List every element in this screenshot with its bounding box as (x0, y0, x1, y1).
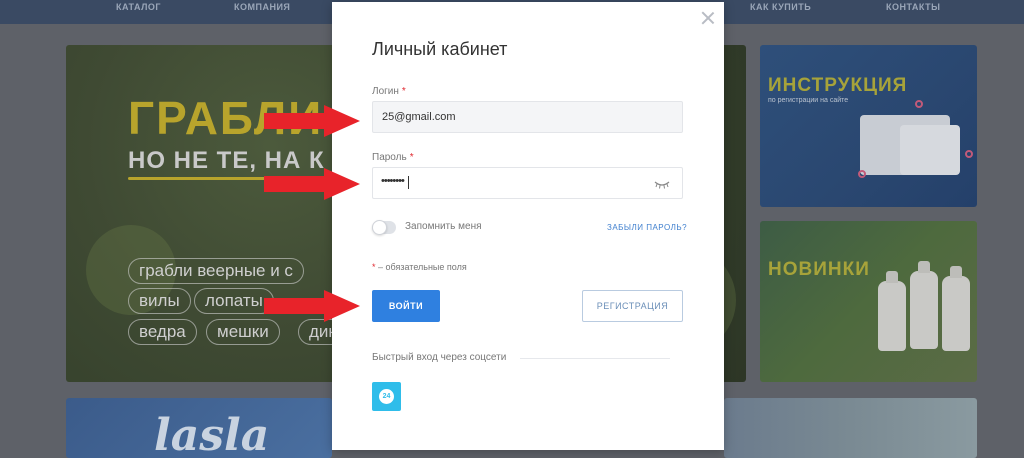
bitrix24-login-button[interactable]: 24 (372, 382, 401, 411)
text-caret (408, 176, 409, 189)
bottle-image (942, 266, 970, 351)
password-label: Пароль * (372, 152, 414, 163)
bottle-image (910, 261, 938, 349)
register-button[interactable]: РЕГИСТРАЦИЯ (582, 290, 683, 322)
banner-tag: грабли веерные и с (128, 258, 304, 284)
instruction-banner-title: ИНСТРУКЦИЯ (768, 75, 908, 96)
instruction-banner-subtitle: по регистрации на сайте (768, 97, 849, 104)
eye-closed-icon[interactable] (654, 179, 670, 189)
lasla-logo: lasla (154, 410, 270, 458)
login-label: Логин * (372, 86, 406, 97)
modal-title: Личный кабинет (372, 39, 508, 59)
toggle-knob (372, 220, 387, 235)
instruction-banner[interactable]: ИНСТРУКЦИЯ по регистрации на сайте (760, 45, 977, 207)
banner-tag: ведра (128, 319, 197, 345)
arrow-to-login-icon (264, 105, 360, 137)
bottom-banner-lasla[interactable]: lasla (66, 398, 332, 458)
new-products-banner-title: НОВИНКИ (768, 259, 870, 280)
login-modal: Личный кабинет Логин* Пароль* •••••••• З… (332, 2, 724, 450)
password-input[interactable] (372, 167, 683, 199)
close-icon[interactable] (700, 10, 716, 26)
remember-me-label[interactable]: Запомнить меня (405, 221, 482, 232)
forgot-password-link[interactable]: ЗАБЫЛИ ПАРОЛЬ? (607, 223, 687, 232)
social-login-label: Быстрый вход через соцсети (372, 352, 507, 363)
arrow-to-login-button-icon (264, 290, 360, 322)
required-mark: * (409, 152, 414, 163)
bottom-banner-2[interactable] (724, 398, 977, 458)
password-masked-value: •••••••• (381, 175, 405, 187)
divider (520, 358, 670, 359)
login-button[interactable]: ВОЙТИ (372, 290, 440, 322)
required-fields-note: * – обязательные поля (372, 262, 467, 272)
new-products-banner[interactable]: НОВИНКИ (760, 221, 977, 382)
nav-item-company[interactable]: КОМПАНИЯ (234, 2, 290, 12)
arrow-to-password-icon (264, 168, 360, 200)
bottle-image (878, 271, 906, 351)
required-mark: * (401, 86, 406, 97)
nav-item-catalog[interactable]: КАТАЛОГ (116, 2, 161, 12)
login-input[interactable] (372, 101, 683, 133)
banner-tag: вилы (128, 288, 191, 314)
remember-me-toggle[interactable] (372, 220, 396, 235)
card-illustration (900, 125, 960, 175)
nav-item-how-to-buy[interactable]: КАК КУПИТЬ (750, 2, 811, 12)
nav-item-contacts[interactable]: КОНТАКТЫ (886, 2, 940, 12)
bitrix24-icon: 24 (379, 389, 394, 404)
